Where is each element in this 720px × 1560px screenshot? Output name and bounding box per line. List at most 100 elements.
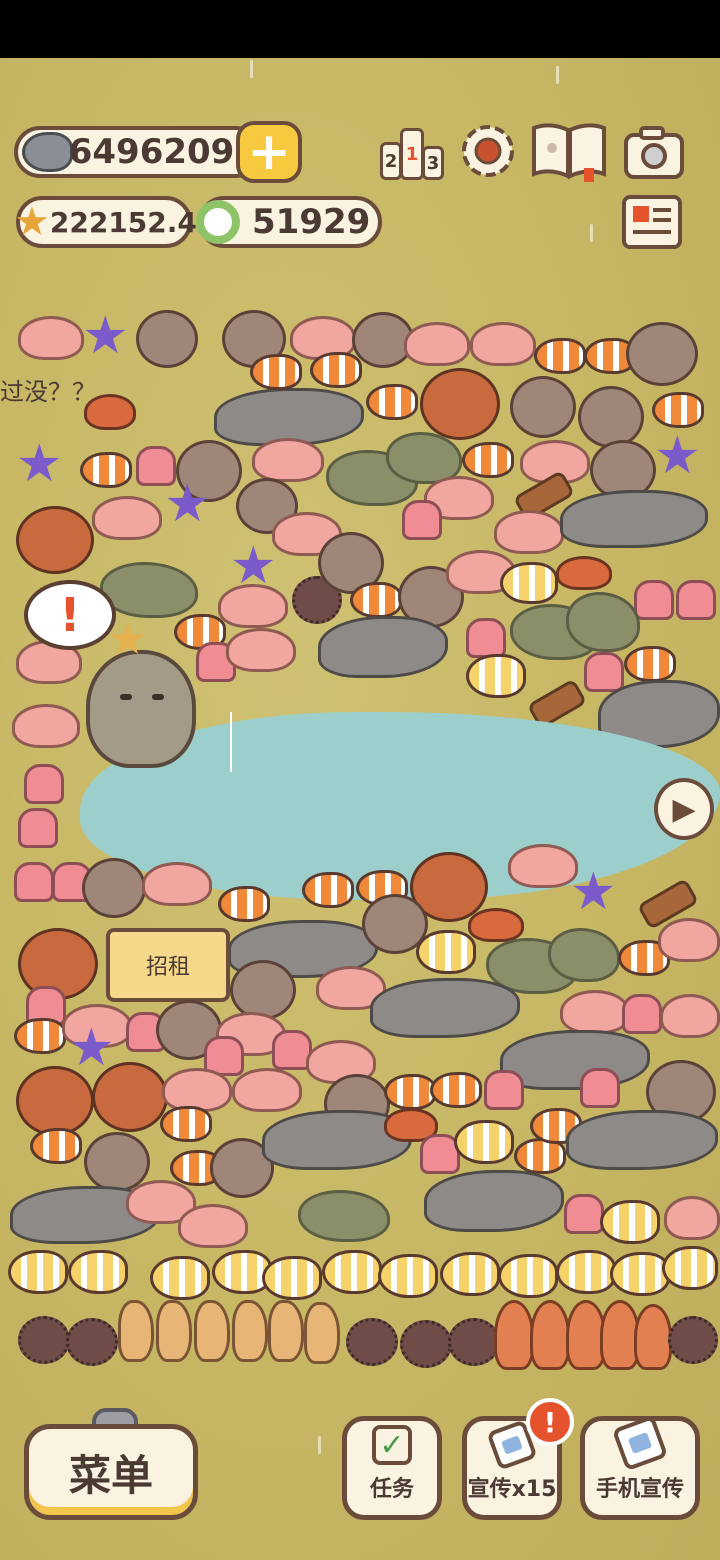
clownfish bbox=[652, 392, 704, 428]
jellyfish bbox=[664, 1196, 720, 1240]
shark bbox=[424, 1170, 564, 1232]
squid bbox=[466, 618, 506, 658]
menu-button[interactable]: 菜单 bbox=[24, 1424, 198, 1520]
squid bbox=[584, 652, 624, 692]
starfish: ★ bbox=[82, 306, 129, 366]
butterflyfish bbox=[466, 654, 526, 698]
tasks-button[interactable]: ✓ 任务 bbox=[342, 1416, 442, 1520]
settings-button[interactable] bbox=[456, 122, 520, 180]
chat-bubble-text: 过没？？ bbox=[0, 378, 96, 406]
sea-urchin bbox=[668, 1316, 718, 1364]
squid bbox=[634, 580, 674, 620]
catalog-button[interactable] bbox=[530, 122, 608, 182]
fish-icon bbox=[22, 132, 73, 172]
rain-streak bbox=[250, 60, 253, 78]
sea-urchin bbox=[448, 1318, 500, 1366]
clownfish bbox=[430, 1072, 482, 1108]
token-icon bbox=[196, 200, 240, 244]
jellyfish bbox=[12, 704, 80, 748]
jellyfish bbox=[92, 496, 162, 540]
token-currency-pill: 51929 bbox=[196, 196, 382, 248]
sea-urchin bbox=[66, 1318, 118, 1366]
next-arrow-button[interactable]: ▶ bbox=[654, 778, 714, 840]
starfish: ★ bbox=[654, 426, 701, 486]
jellyfish bbox=[178, 1204, 248, 1248]
otter bbox=[92, 1062, 168, 1132]
seahorse bbox=[194, 1300, 230, 1362]
fish-count: 64962098 bbox=[68, 132, 258, 172]
otter bbox=[16, 1066, 94, 1136]
shrimp bbox=[494, 1300, 534, 1370]
shrimp bbox=[530, 1300, 570, 1370]
rain-streak bbox=[556, 66, 559, 84]
clownfish bbox=[366, 384, 418, 420]
butterflyfish bbox=[600, 1200, 660, 1244]
clownfish bbox=[310, 352, 362, 388]
rain-streak bbox=[318, 1436, 321, 1454]
starfish: ★ bbox=[570, 862, 617, 922]
squid bbox=[580, 1068, 620, 1108]
jellyfish bbox=[658, 918, 720, 962]
cat-character[interactable] bbox=[86, 650, 196, 768]
pufferfish bbox=[510, 376, 576, 438]
alert-bubble[interactable]: ! bbox=[24, 580, 116, 650]
jellyfish bbox=[162, 1068, 232, 1112]
butterflyfish bbox=[500, 562, 558, 604]
fish-currency-pill: 64962098 bbox=[14, 126, 262, 178]
butterflyfish bbox=[440, 1252, 500, 1296]
token-count: 51929 bbox=[252, 202, 371, 242]
butterflyfish bbox=[8, 1250, 68, 1294]
jellyfish bbox=[18, 316, 84, 360]
clownfish bbox=[350, 582, 402, 618]
checklist-icon: ✓ bbox=[372, 1425, 412, 1465]
sea-urchin bbox=[18, 1316, 70, 1364]
newspaper-icon bbox=[622, 195, 682, 249]
jellyfish bbox=[142, 862, 212, 906]
camera-button[interactable] bbox=[622, 124, 686, 182]
jellyfish bbox=[494, 510, 564, 554]
clownfish bbox=[302, 872, 354, 908]
pufferfish bbox=[82, 858, 146, 918]
notification-badge: ! bbox=[526, 1398, 574, 1446]
camera-icon bbox=[624, 126, 684, 179]
ranking-icon-3: 3 bbox=[422, 146, 444, 180]
otter bbox=[420, 368, 500, 440]
butterflyfish bbox=[322, 1250, 382, 1294]
status-bar bbox=[0, 0, 720, 58]
pufferfish bbox=[230, 960, 296, 1020]
seahorse bbox=[232, 1300, 268, 1362]
ranking-button[interactable]: 2 1 3 bbox=[380, 124, 444, 182]
crab bbox=[468, 908, 524, 942]
phone-promote-button[interactable]: 手机宣传 bbox=[580, 1414, 700, 1520]
pufferfish bbox=[136, 310, 198, 368]
clownfish bbox=[14, 1018, 66, 1054]
shrimp bbox=[634, 1304, 672, 1370]
rent-sign[interactable]: 招租 bbox=[106, 928, 230, 1002]
jellyfish bbox=[560, 990, 630, 1034]
squid bbox=[484, 1070, 524, 1110]
clownfish bbox=[384, 1074, 436, 1110]
sea-urchin bbox=[346, 1318, 398, 1366]
sea-urchin bbox=[400, 1320, 452, 1368]
rain-streak bbox=[590, 224, 593, 242]
butterflyfish bbox=[150, 1256, 210, 1300]
star-icon: ★ bbox=[14, 199, 50, 245]
otter bbox=[16, 506, 94, 574]
squid bbox=[24, 764, 64, 804]
squid bbox=[676, 580, 716, 620]
news-button[interactable] bbox=[620, 194, 684, 252]
book-icon bbox=[532, 123, 606, 182]
star-count: 222152.4 bbox=[49, 205, 197, 239]
squid bbox=[14, 862, 54, 902]
crab bbox=[556, 556, 612, 590]
jellyfish bbox=[226, 628, 296, 672]
shark bbox=[566, 1110, 718, 1170]
ranking-icon-2: 2 bbox=[380, 142, 402, 180]
add-currency-button[interactable]: + bbox=[236, 121, 302, 183]
butterflyfish bbox=[262, 1256, 322, 1300]
starfish: ★ bbox=[68, 1018, 115, 1078]
pufferfish bbox=[626, 322, 698, 386]
tasks-label: 任务 bbox=[369, 1477, 414, 1502]
pufferfish bbox=[578, 386, 644, 448]
phone-promote-label: 手机宣传 bbox=[595, 1477, 684, 1502]
